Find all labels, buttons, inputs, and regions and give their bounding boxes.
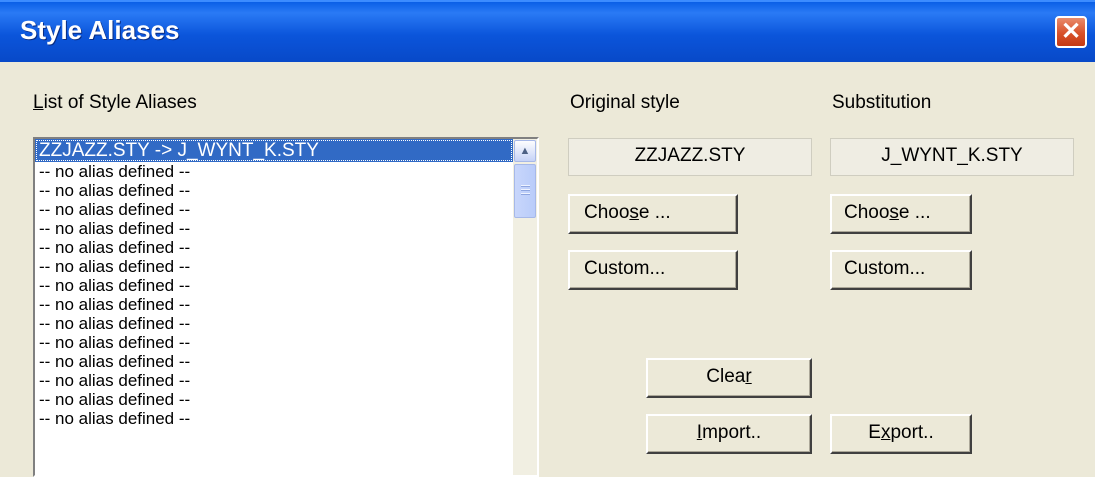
window-title: Style Aliases: [20, 15, 180, 45]
close-button[interactable]: ✕: [1055, 16, 1087, 48]
original-style-value[interactable]: ZZJAZZ.STY: [568, 138, 812, 176]
substitution-value[interactable]: J_WYNT_K.STY: [830, 138, 1074, 176]
list-label-rest: ist of Style Aliases: [43, 92, 197, 113]
list-item[interactable]: -- no alias defined --: [35, 276, 513, 295]
list-item[interactable]: -- no alias defined --: [35, 181, 513, 200]
scroll-thumb[interactable]: [514, 164, 536, 218]
list-item-selected[interactable]: ZZJAZZ.STY -> J_WYNT_K.STY: [35, 139, 513, 162]
chevron-up-icon: ▲: [519, 145, 531, 157]
import-button[interactable]: Import..: [646, 414, 812, 454]
list-item[interactable]: -- no alias defined --: [35, 352, 513, 371]
original-custom-button[interactable]: Custom...: [568, 250, 738, 290]
original-style-label: Original style: [570, 92, 680, 113]
list-item[interactable]: -- no alias defined --: [35, 200, 513, 219]
list-item[interactable]: -- no alias defined --: [35, 257, 513, 276]
substitution-custom-button[interactable]: Custom...: [830, 250, 972, 290]
list-item[interactable]: -- no alias defined --: [35, 409, 513, 428]
substitution-choose-button[interactable]: Choose ...: [830, 194, 972, 234]
list-item[interactable]: -- no alias defined --: [35, 219, 513, 238]
list-item[interactable]: -- no alias defined --: [35, 371, 513, 390]
substitution-label: Substitution: [832, 92, 932, 113]
clear-button[interactable]: Clear: [646, 358, 812, 398]
list-item[interactable]: -- no alias defined --: [35, 162, 513, 181]
list-item[interactable]: -- no alias defined --: [35, 295, 513, 314]
style-alias-list[interactable]: ZZJAZZ.STY -> J_WYNT_K.STY -- no alias de…: [33, 137, 539, 477]
export-button[interactable]: Export..: [830, 414, 972, 454]
list-item[interactable]: -- no alias defined --: [35, 314, 513, 333]
list-scrollbar[interactable]: ▲: [513, 139, 537, 475]
scroll-up-button[interactable]: ▲: [514, 140, 536, 162]
list-item[interactable]: -- no alias defined --: [35, 390, 513, 409]
list-item[interactable]: -- no alias defined --: [35, 238, 513, 257]
list-items: ZZJAZZ.STY -> J_WYNT_K.STY -- no alias de…: [35, 139, 513, 428]
list-label: List of Style Aliases: [33, 92, 197, 113]
close-icon: ✕: [1060, 18, 1082, 45]
original-choose-button[interactable]: Choose ...: [568, 194, 738, 234]
title-bar[interactable]: Style Aliases ✕: [0, 0, 1095, 62]
list-item[interactable]: -- no alias defined --: [35, 333, 513, 352]
